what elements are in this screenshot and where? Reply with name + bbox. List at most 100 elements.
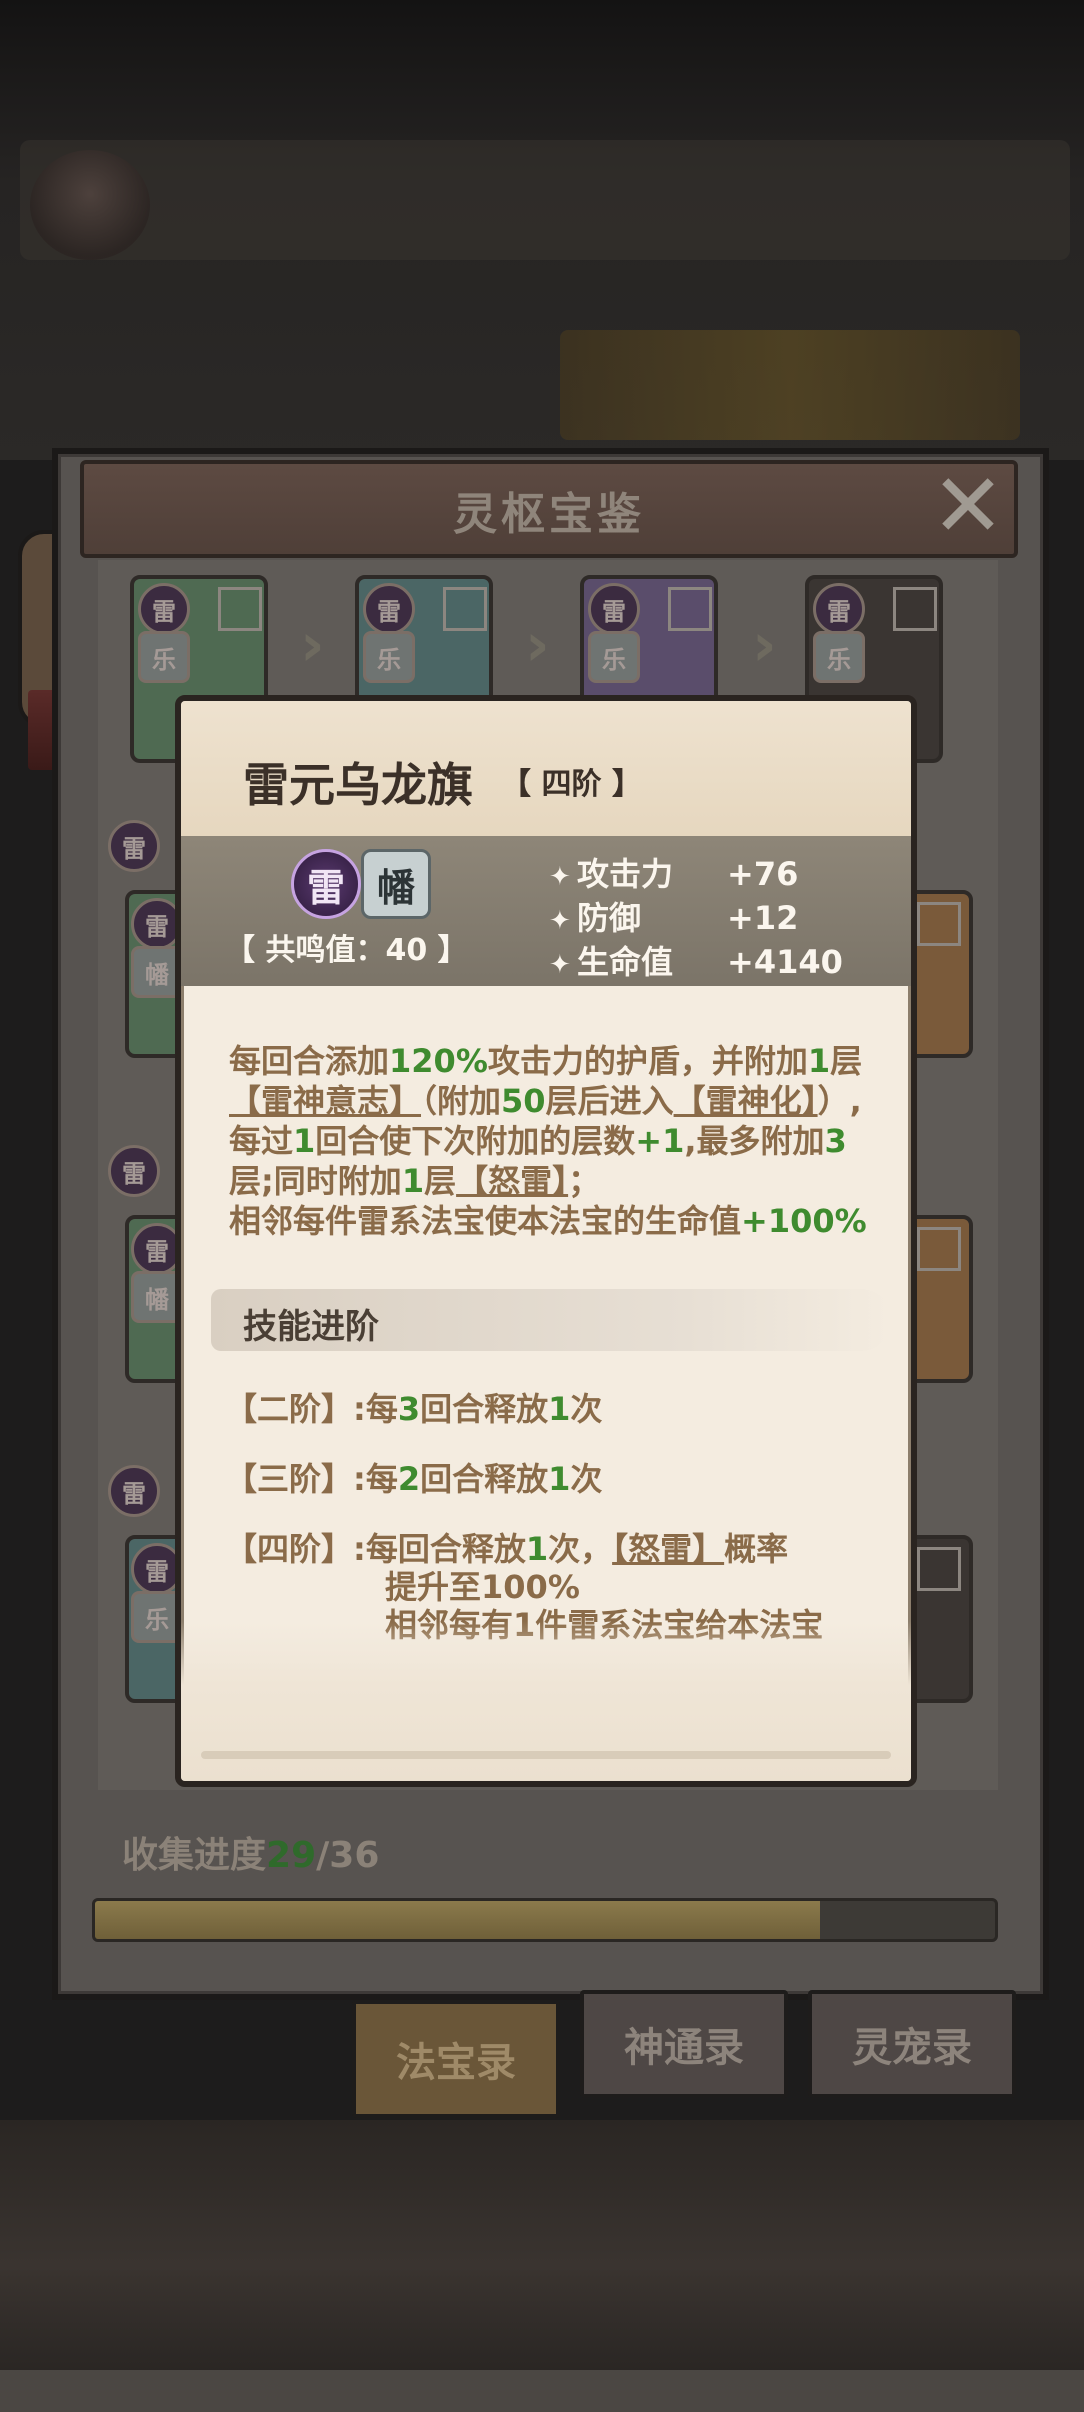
background-bottom	[0, 2120, 1084, 2412]
desc-text: ；	[568, 1162, 601, 1200]
desc-text: 层后进入	[545, 1082, 674, 1120]
desc-number: 1	[293, 1122, 316, 1160]
stat-defense: ✦ 防御 +12	[549, 893, 798, 939]
grid-icon	[218, 587, 262, 631]
keyword-link-thunder-god-form[interactable]: 【雷神化】	[674, 1082, 818, 1120]
thunder-element-badge: 雷	[588, 583, 640, 635]
thunder-element-badge: 雷	[363, 583, 415, 635]
collection-total: /36	[316, 1835, 380, 1876]
tier-text: 概率	[724, 1530, 789, 1568]
treasure-detail-popup[interactable]: 雷元乌龙旗 【 四阶 】 雷 幡 【 共鸣值：40 】 ✦ 攻击力 +76 ✦ 防御 +…	[175, 695, 917, 1787]
stat-value: +76	[727, 855, 799, 893]
tier-text: 回合释放	[420, 1460, 549, 1498]
tab-divine-power-record[interactable]: 神通录	[580, 1990, 788, 2098]
background-banner	[560, 330, 1020, 440]
background-player-row	[20, 140, 1070, 260]
collection-current: 29	[266, 1835, 317, 1876]
stat-label: 生命值	[577, 943, 674, 981]
tier-label: 【二阶】	[225, 1390, 354, 1428]
banner-type-icon: 幡	[361, 849, 431, 919]
desc-text: 每回合添加	[229, 1042, 390, 1080]
tier-text: :每	[353, 1460, 398, 1498]
desc-number: 50	[501, 1082, 546, 1120]
background-avatar	[30, 150, 150, 260]
chevron-right-icon: ›	[525, 610, 550, 680]
keyword-link-angry-thunder[interactable]: 【怒雷】	[612, 1530, 724, 1568]
tier-text: 次	[570, 1390, 603, 1428]
stat-value: +12	[727, 899, 799, 937]
tier-text: :每	[353, 1390, 398, 1428]
keyword-link-thunder-god-will[interactable]: 【雷神意志】	[229, 1082, 421, 1120]
desc-text: （附加	[421, 1082, 502, 1120]
tab-spirit-pet-record[interactable]: 灵宠录	[808, 1990, 1016, 2098]
thunder-element-badge: 雷	[108, 820, 160, 872]
tier-text: 次	[570, 1460, 603, 1498]
chevron-right-icon: ›	[752, 610, 777, 680]
skill-upgrade-title: 技能进阶	[243, 1307, 379, 1347]
stat-label: 防御	[577, 899, 642, 937]
tier-label: 【三阶】	[225, 1460, 354, 1498]
desc-text: 相邻每件雷系法宝使本法宝的生命值	[229, 1202, 742, 1240]
thunder-element-icon: 雷	[291, 849, 361, 919]
tier-text: 次，	[548, 1530, 613, 1568]
joy-type-badge: 乐	[813, 631, 865, 683]
grid-icon	[668, 587, 712, 631]
sparkle-icon: ✦	[549, 906, 571, 936]
joy-type-badge: 乐	[138, 631, 190, 683]
desc-text: 层	[830, 1042, 863, 1080]
collection-label: 收集进度	[122, 1835, 267, 1876]
tier-number: 1	[548, 1390, 571, 1428]
stat-value: +4140	[727, 943, 843, 981]
keyword-link-angry-thunder[interactable]: 【怒雷】	[456, 1162, 568, 1200]
collection-progress-fill	[95, 1901, 821, 1939]
thunder-element-badge: 雷	[108, 1465, 160, 1517]
desc-number: 1	[807, 1042, 831, 1080]
resonance-value: 【 共鸣值：40 】	[225, 933, 468, 968]
grid-icon	[893, 587, 937, 631]
thunder-element-badge: 雷	[138, 583, 190, 635]
tier-text: 提升至	[385, 1568, 482, 1606]
treasure-rank: 【 四阶 】	[501, 767, 642, 802]
panel-title-bar: 灵枢宝鉴	[80, 460, 1018, 558]
collection-progress-text: 收集进度29/36	[122, 1826, 379, 1878]
tier-number: 1	[548, 1460, 571, 1498]
tier-4-continued: 提升至100%	[385, 1567, 580, 1607]
treasure-name: 雷元乌龙旗	[243, 758, 473, 812]
desc-text: ,最多附加	[684, 1122, 825, 1160]
tab-treasure-record[interactable]: 法宝录	[352, 2000, 560, 2118]
stat-attack: ✦ 攻击力 +76	[549, 849, 798, 895]
tier-number: 100%	[481, 1568, 580, 1606]
grid-icon	[917, 902, 961, 946]
grid-icon	[917, 1227, 961, 1271]
sparkle-icon: ✦	[549, 862, 571, 892]
desc-number: +1	[635, 1122, 685, 1160]
desc-text: 层	[424, 1162, 457, 1200]
skill-description: 每回合添加120%攻击力的护盾，并附加1层【雷神意志】（附加50层后进入【雷神化…	[229, 1041, 879, 1241]
desc-text: 回合使下次附加的层数	[315, 1122, 636, 1160]
joy-type-badge: 乐	[363, 631, 415, 683]
collection-progress-bar	[92, 1898, 998, 1942]
tier-4-text: 【四阶】:每回合释放1次，【怒雷】概率	[225, 1529, 788, 1569]
grid-icon	[917, 1547, 961, 1591]
desc-number: 3	[824, 1122, 847, 1160]
tab-label: 法宝录	[396, 2040, 516, 2086]
close-icon: ✕	[931, 453, 1005, 557]
stat-label: 攻击力	[577, 855, 674, 893]
desc-number: 120%	[389, 1042, 488, 1080]
sparkle-icon: ✦	[549, 950, 571, 980]
tab-label: 神通录	[624, 2025, 744, 2071]
thunder-element-badge: 雷	[813, 583, 865, 635]
chevron-right-icon: ›	[300, 610, 325, 680]
background-bottom-strip	[0, 2370, 1084, 2412]
popup-footer-decoration	[201, 1751, 891, 1759]
desc-text: 攻击力的护盾，并附加	[487, 1042, 808, 1080]
desc-number: 1	[401, 1162, 425, 1200]
tab-label: 灵宠录	[852, 2025, 972, 2071]
close-button[interactable]: ✕	[928, 454, 1008, 557]
tier-2-text: 【二阶】:每3回合释放1次	[225, 1389, 602, 1429]
thunder-element-badge: 雷	[108, 1145, 160, 1197]
grid-icon	[443, 587, 487, 631]
tier-number: 3	[397, 1390, 421, 1428]
panel-title: 灵枢宝鉴	[453, 489, 645, 540]
stat-hp: ✦ 生命值 +4140	[549, 937, 843, 983]
